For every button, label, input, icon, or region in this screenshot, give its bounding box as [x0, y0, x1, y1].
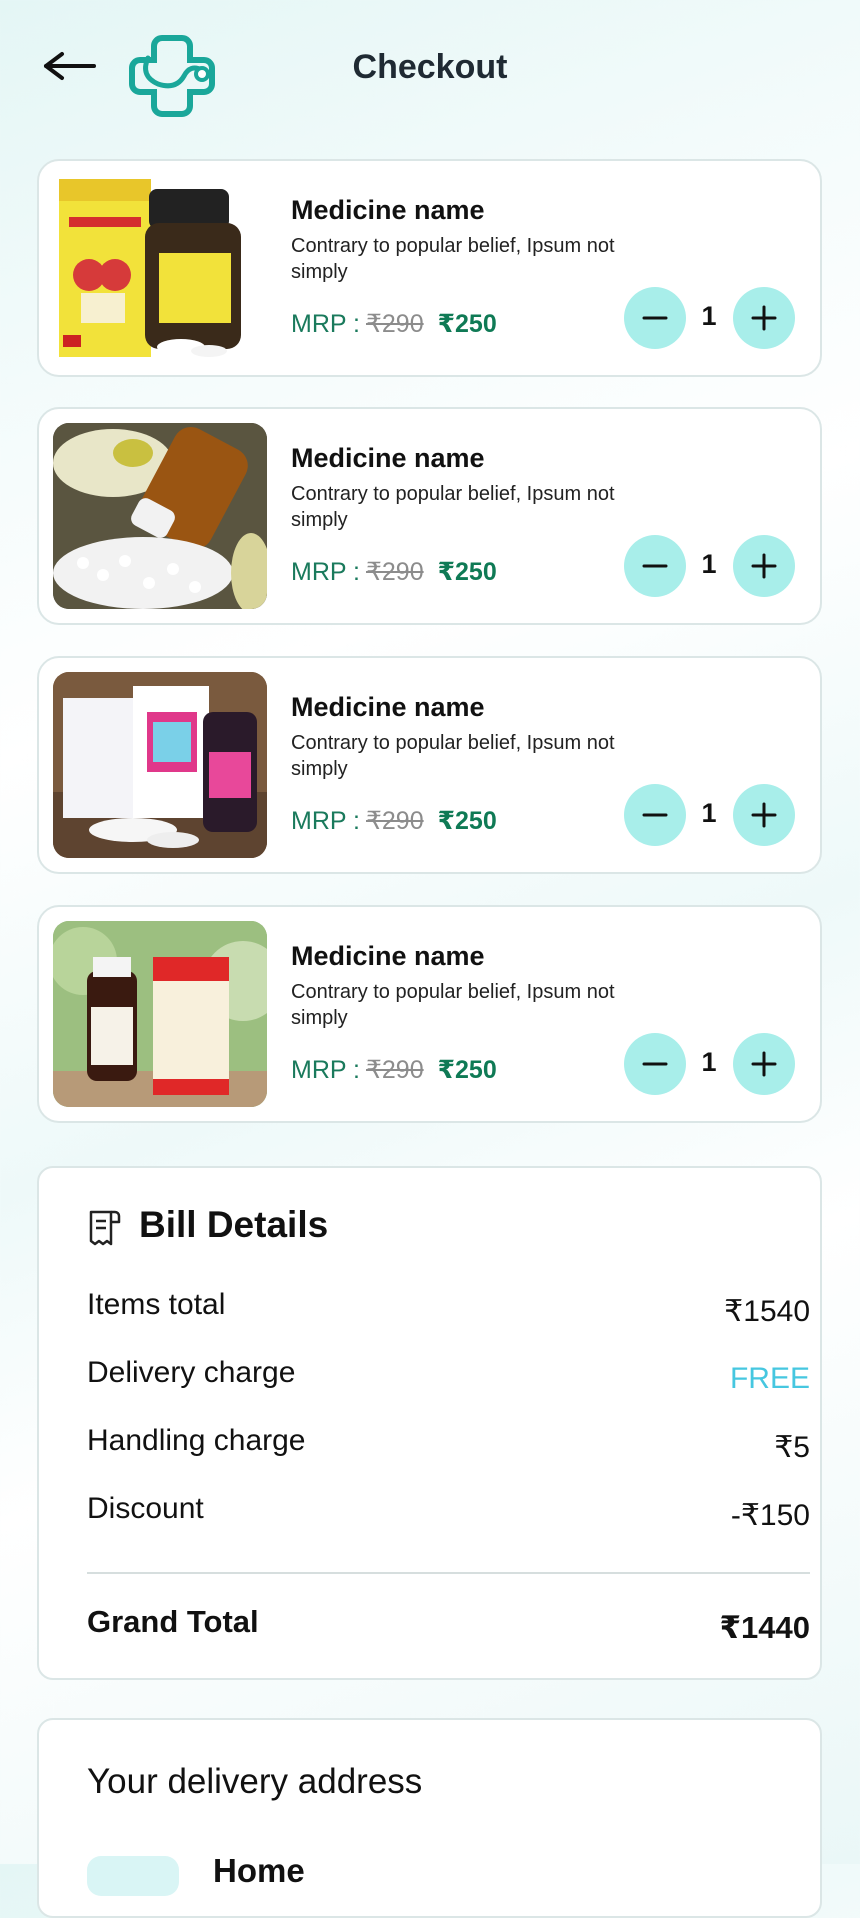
bill-row-label: Handling charge [87, 1424, 306, 1457]
increase-quantity-button[interactable] [733, 287, 795, 349]
price-row: MRP : ₹290 ₹250 [291, 806, 497, 836]
current-price: ₹250 [437, 807, 497, 835]
medicine-description: Contrary to popular belief, Ipsum not si… [291, 235, 615, 283]
bill-row-discount: Discount -₹150 [87, 1492, 810, 1532]
divider [87, 1572, 810, 1574]
old-price: ₹290 [366, 558, 424, 586]
product-image [53, 423, 267, 609]
receipt-icon [87, 1208, 123, 1248]
old-price: ₹290 [366, 807, 424, 835]
decrease-quantity-button[interactable] [624, 784, 686, 846]
bill-row-label: Items total [87, 1288, 226, 1321]
decrease-quantity-button[interactable] [624, 287, 686, 349]
cart-item: Medicine name Contrary to popular belief… [37, 159, 822, 377]
increase-quantity-button[interactable] [733, 1033, 795, 1095]
mrp-label: MRP : [291, 1056, 360, 1084]
cart-item: Medicine name Contrary to popular belief… [37, 905, 822, 1123]
medicine-description: Contrary to popular belief, Ipsum not si… [291, 732, 615, 780]
plus-icon [751, 305, 777, 331]
minus-icon [642, 316, 668, 320]
mrp-label: MRP : [291, 310, 360, 338]
current-price: ₹250 [437, 558, 497, 586]
cart-item: Medicine name Contrary to popular belief… [37, 656, 822, 874]
address-label: Home [213, 1852, 305, 1889]
header: Checkout [0, 0, 860, 140]
cart-item: Medicine name Contrary to popular belief… [37, 407, 822, 625]
medicine-description: Contrary to popular belief, Ipsum not si… [291, 483, 615, 531]
medicine-name: Medicine name [291, 195, 485, 225]
bill-row-value: FREE [729, 1362, 810, 1395]
product-image [53, 672, 267, 858]
quantity-value: 1 [701, 798, 717, 828]
medicine-description: Contrary to popular belief, Ipsum not si… [291, 981, 615, 1029]
grand-total-label: Grand Total [87, 1604, 259, 1639]
quantity-value: 1 [701, 301, 717, 331]
product-image [53, 175, 267, 361]
address-type-icon [87, 1856, 179, 1896]
medicine-name: Medicine name [291, 692, 485, 722]
quantity-value: 1 [701, 549, 717, 579]
price-row: MRP : ₹290 ₹250 [291, 1055, 497, 1085]
bill-details-title: Bill Details [139, 1204, 329, 1245]
bill-row-items-total: Items total ₹1540 [87, 1288, 810, 1328]
medicine-name: Medicine name [291, 941, 485, 971]
medicine-name: Medicine name [291, 443, 485, 473]
minus-icon [642, 813, 668, 817]
product-image [53, 921, 267, 1107]
increase-quantity-button[interactable] [733, 535, 795, 597]
bill-row-delivery-charge: Delivery charge FREE [87, 1356, 810, 1396]
grand-total-row: Grand Total ₹1440 [87, 1604, 810, 1645]
mrp-label: MRP : [291, 558, 360, 586]
bill-row-value: ₹1540 [724, 1295, 810, 1328]
page-title: Checkout [352, 48, 508, 86]
old-price: ₹290 [366, 1056, 424, 1084]
plus-icon [751, 1051, 777, 1077]
delivery-address-card[interactable]: Your delivery address Home [37, 1718, 822, 1918]
decrease-quantity-button[interactable] [624, 1033, 686, 1095]
current-price: ₹250 [437, 310, 497, 338]
bill-row-value: ₹5 [774, 1431, 810, 1464]
old-price: ₹290 [366, 310, 424, 338]
current-price: ₹250 [437, 1056, 497, 1084]
bill-row-label: Discount [87, 1492, 204, 1525]
delivery-address-title: Your delivery address [87, 1762, 423, 1801]
bill-row-label: Delivery charge [87, 1356, 296, 1389]
price-row: MRP : ₹290 ₹250 [291, 557, 497, 587]
bill-details-card: Bill Details Items total ₹1540 Delivery … [37, 1166, 822, 1680]
decrease-quantity-button[interactable] [624, 535, 686, 597]
plus-icon [751, 802, 777, 828]
quantity-value: 1 [701, 1047, 717, 1077]
minus-icon [642, 1062, 668, 1066]
minus-icon [642, 564, 668, 568]
bill-row-handling-charge: Handling charge ₹5 [87, 1424, 810, 1464]
plus-icon [751, 553, 777, 579]
mrp-label: MRP : [291, 807, 360, 835]
bill-row-value: -₹150 [730, 1499, 810, 1532]
price-row: MRP : ₹290 ₹250 [291, 309, 497, 339]
grand-total-value: ₹1440 [719, 1610, 810, 1645]
increase-quantity-button[interactable] [733, 784, 795, 846]
